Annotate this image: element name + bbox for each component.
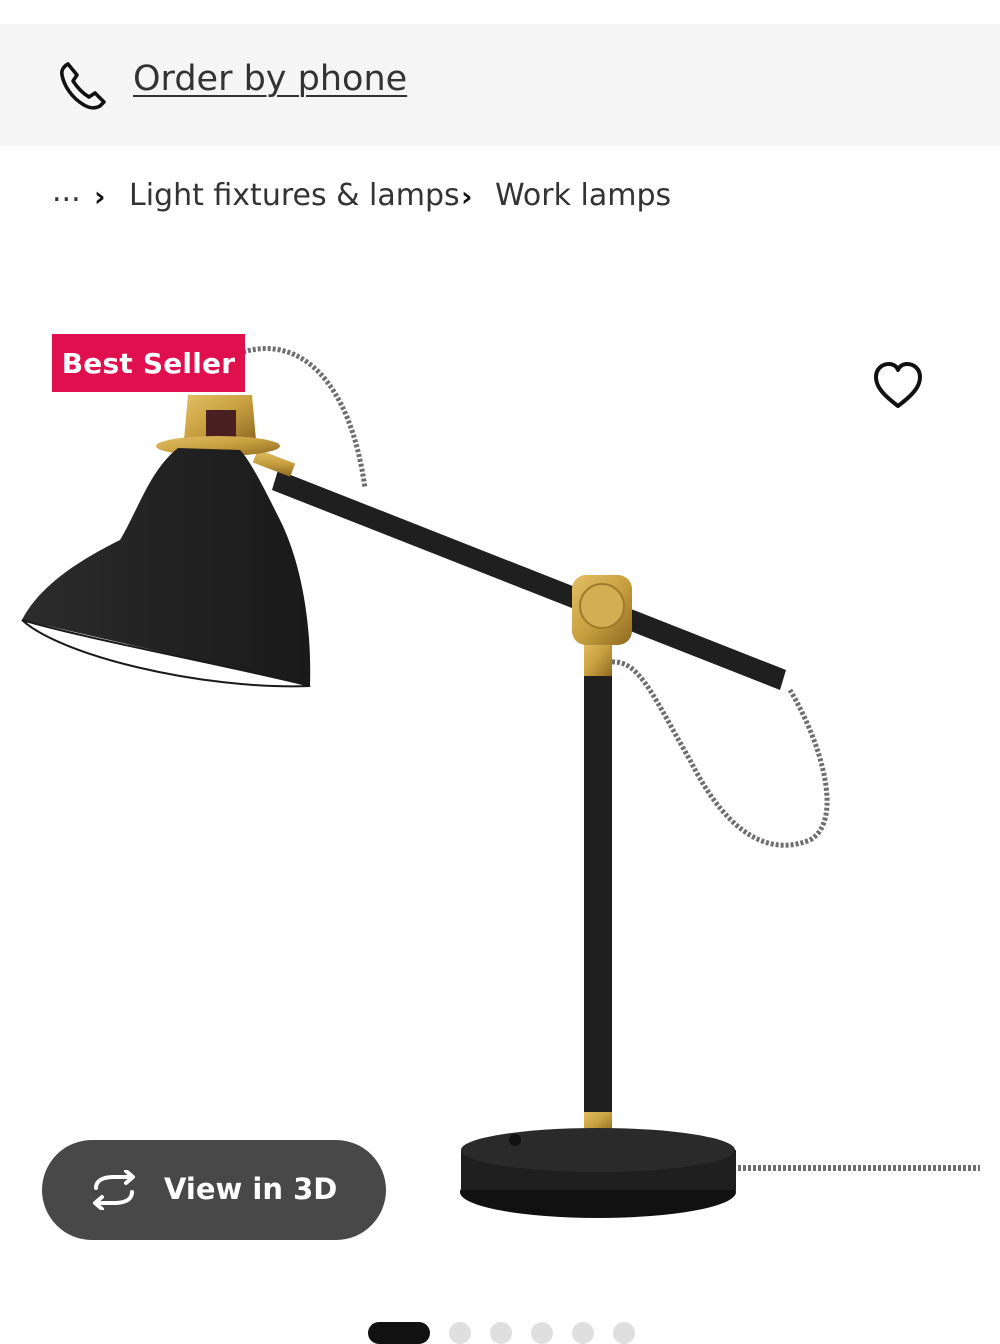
favorite-button[interactable] [868, 356, 928, 412]
breadcrumb-item-work-lamps[interactable]: Work lamps [495, 178, 671, 213]
order-by-phone-bar: Order by phone [0, 24, 1000, 146]
heart-outline-icon [874, 362, 922, 408]
order-by-phone-link[interactable]: Order by phone [133, 59, 407, 99]
best-seller-badge: Best Seller [52, 334, 245, 392]
carousel-dot[interactable] [531, 1322, 553, 1344]
rotate-3d-icon [93, 1170, 135, 1210]
chevron-right-icon: › [461, 180, 473, 213]
carousel-dot[interactable] [490, 1322, 512, 1344]
breadcrumb-item-light-fixtures[interactable]: Light fixtures & lamps [129, 178, 460, 213]
breadcrumb-ellipsis[interactable]: ... [52, 174, 81, 209]
carousel-dot-active[interactable] [368, 1322, 430, 1344]
status-area [0, 0, 1000, 24]
phone-icon [60, 62, 106, 110]
chevron-right-icon: › [94, 180, 106, 213]
carousel-dot[interactable] [449, 1322, 471, 1344]
view-in-3d-label: View in 3D [164, 1172, 338, 1206]
carousel-dot[interactable] [572, 1322, 594, 1344]
carousel-dot[interactable] [613, 1322, 635, 1344]
view-in-3d-button[interactable]: View in 3D [42, 1140, 386, 1240]
